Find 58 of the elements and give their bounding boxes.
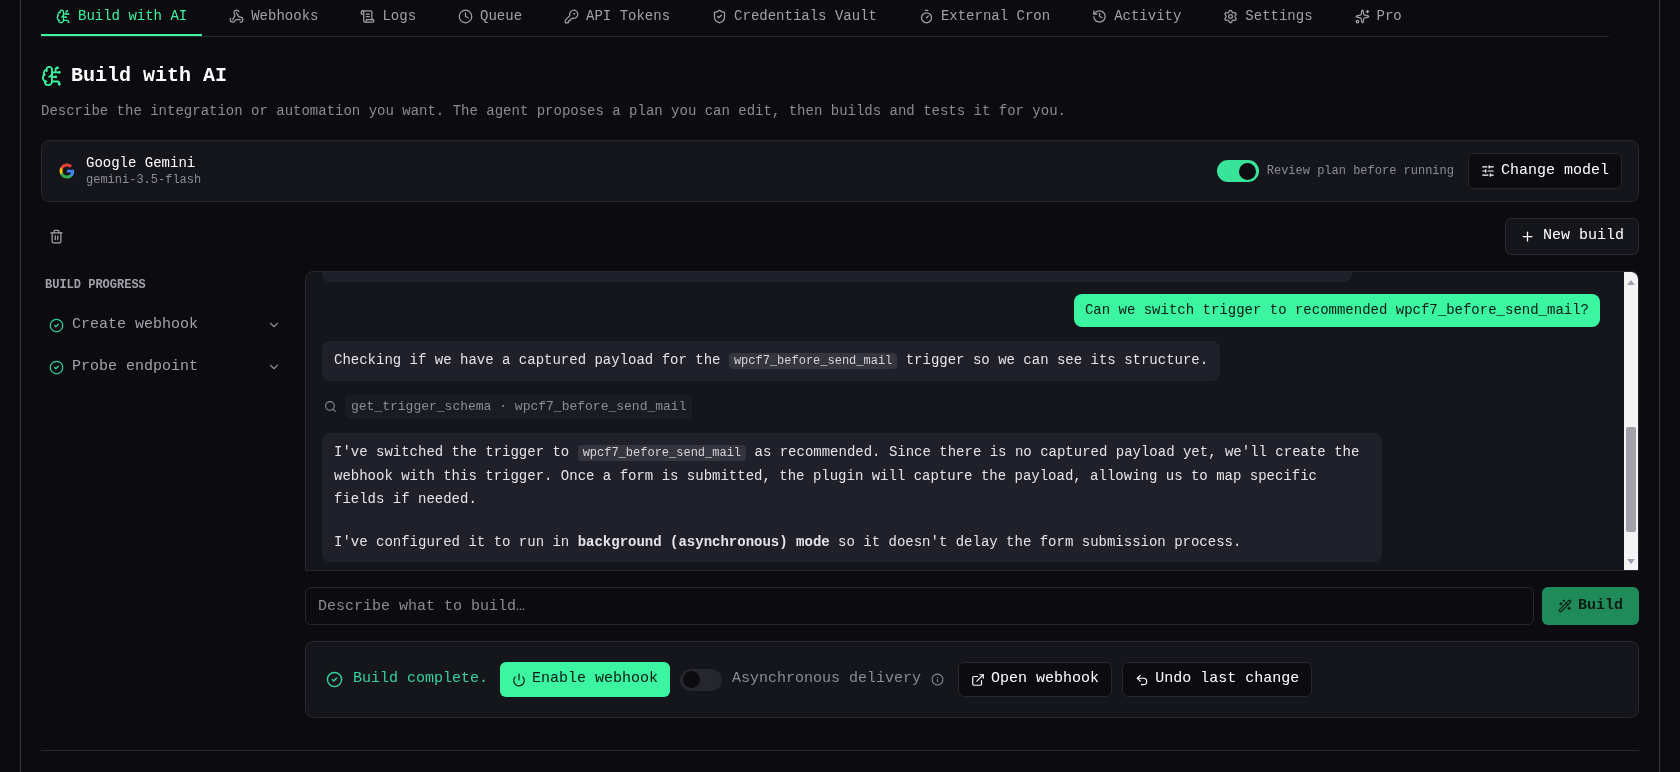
build-button[interactable]: Build [1542, 587, 1639, 625]
trash-icon[interactable] [49, 229, 64, 244]
progress-step[interactable]: Create webhook [45, 304, 285, 346]
timer-icon [918, 9, 934, 24]
scroll-icon [360, 9, 376, 24]
info-icon[interactable] [931, 673, 945, 686]
settings-icon [1223, 9, 1239, 24]
nav-tab[interactable]: Credentials Vault [697, 0, 892, 36]
toggle-label: Review plan before running [1266, 163, 1454, 180]
shield-icon [712, 9, 728, 24]
sliders-icon [1480, 164, 1495, 178]
change-model-button[interactable]: Change model [1467, 153, 1622, 189]
nav-tab[interactable]: Queue [443, 0, 538, 36]
section-heading: BUILD PROGRESS [45, 277, 147, 294]
undo-icon [1135, 672, 1150, 687]
message-text: I've configured it to run in background (asynchronous) mode so it doesn't delay the form submission process. [334, 532, 1243, 552]
brain-icon [56, 9, 71, 24]
model-name: Google Gemini [86, 154, 197, 172]
wand-icon [1558, 599, 1572, 613]
webhook-icon [229, 9, 245, 24]
nav-tab[interactable]: Activity [1077, 0, 1197, 36]
history-icon [1092, 9, 1108, 24]
progress-step[interactable]: Probe endpoint [45, 346, 285, 388]
tool-call-label: get_trigger_schema · wpcf7_before_send_mail [345, 395, 693, 419]
message-text: I've switched the trigger to wpcf7_before_send_mail as recommended. Since there is no captured payload yet, we'll create the webhook with this trigger. Once a form is submitted, the plugin will capture the payload, allowing us to map specific fields if needed. [334, 442, 1361, 509]
check-circle-icon [49, 359, 64, 375]
toggle-switch[interactable] [680, 668, 723, 691]
nav-tab[interactable]: Settings [1208, 0, 1328, 36]
search-icon [324, 400, 337, 414]
toggle-label: Asynchronous delivery [732, 669, 922, 690]
message-text: Checking if we have a captured payload for the wpcf7_before_send_mail trigger so we can see its structure. [334, 351, 1209, 371]
nav-tab[interactable]: External Cron [903, 0, 1066, 36]
key-icon [564, 9, 580, 24]
nav-tab[interactable]: Logs [345, 0, 432, 36]
nav-tab[interactable]: Pro [1339, 0, 1417, 36]
open-webhook-button[interactable]: Open webhook [958, 662, 1113, 697]
user-message: Can we switch trigger to recommended wpcf7_before_send_mail? [1073, 294, 1600, 327]
google-logo-icon [58, 162, 76, 180]
brain-icon [41, 65, 63, 87]
page-description: Describe the integration or automation you want. The agent proposes a plan you can edit, then builds and tests it for you. [41, 102, 1067, 121]
nav-tab[interactable]: Build with AI [41, 0, 203, 36]
nav-tab[interactable]: API Tokens [549, 0, 686, 36]
toggle-switch[interactable] [1216, 160, 1259, 182]
power-icon [512, 672, 527, 687]
check-circle-icon [326, 671, 343, 688]
model-id: gemini-3.5-flash [86, 172, 202, 188]
enable-webhook-button[interactable]: Enable webhook [500, 662, 671, 697]
check-circle-icon [49, 317, 64, 333]
prompt-input[interactable]: Describe what to build… [305, 587, 1534, 625]
undo-button[interactable]: Undo last change [1122, 662, 1313, 697]
status-text: Build complete. [353, 669, 489, 690]
plus-icon [1520, 229, 1535, 244]
external-link-icon [971, 672, 986, 687]
clock-icon [458, 9, 474, 24]
page-title: Build with AI [71, 63, 228, 89]
sparkles-icon [1354, 9, 1370, 24]
new-build-button[interactable]: New build [1505, 218, 1639, 255]
nav-tab[interactable]: Webhooks [214, 0, 334, 36]
